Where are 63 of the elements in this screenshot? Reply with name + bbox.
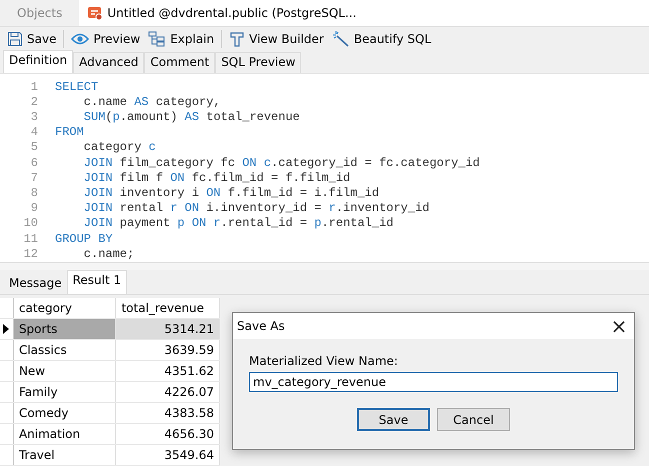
input-field[interactable]: mv_category_revenue <box>249 372 618 392</box>
result-tab[interactable]: Result 1 <box>66 270 128 294</box>
line-number: 6 <box>30 156 39 171</box>
table-cell: Sports <box>14 319 116 339</box>
line-number: 1 <box>30 80 39 95</box>
code-line: FROM <box>55 125 84 140</box>
line-number: 4 <box>30 125 39 140</box>
save-button[interactable]: Save <box>357 408 430 431</box>
editor-tab[interactable]: Comment <box>144 52 216 73</box>
code-line: c.name AS category, <box>82 94 221 110</box>
column-header[interactable]: total_revenue <box>116 298 220 318</box>
code-line: SELECT <box>55 80 98 95</box>
toolbar-button[interactable]: Beautify SQL <box>328 29 436 50</box>
magic-wand-icon <box>332 31 350 48</box>
editor-tab[interactable]: Advanced <box>73 52 144 73</box>
table-cell: 3639.59 <box>116 340 220 360</box>
table-cell: 4383.58 <box>116 403 220 423</box>
column-header[interactable]: category <box>14 298 116 318</box>
code-line: GROUP BY <box>55 232 113 247</box>
table-cell: 5314.21 <box>116 319 220 339</box>
table-cell: 4351.62 <box>116 361 220 381</box>
table-cell: New <box>14 361 116 381</box>
table-cell: Family <box>14 382 116 402</box>
line-number: 10 <box>22 216 39 232</box>
toolbar-button[interactable]: View Builder <box>225 29 328 50</box>
code-line: c.name; <box>82 246 134 262</box>
code-line: JOIN film_category fc ON c.category_id = fc.category_id <box>82 156 480 171</box>
line-number: 8 <box>30 186 39 202</box>
toolbar-button[interactable]: Preview <box>67 30 144 48</box>
code-line: JOIN payment p ON r.rental_id = p.rental_id <box>82 216 394 232</box>
line-number: 5 <box>30 140 39 156</box>
table-cell: 4656.30 <box>116 424 220 444</box>
table-cell: Classics <box>14 340 116 360</box>
code-line: JOIN rental r ON i.inventory_id = r.inventory_id <box>82 201 430 216</box>
result-tab[interactable]: Message <box>4 274 67 294</box>
code-line: JOIN film f ON fc.film_id = f.film_id <box>82 170 350 186</box>
editor-tab[interactable]: Definition <box>3 50 74 73</box>
row-pointer-icon <box>3 324 10 334</box>
query-icon <box>87 4 104 21</box>
table-cell: 4226.07 <box>116 382 220 402</box>
line-number: 11 <box>22 232 39 247</box>
close-button[interactable]: × <box>604 313 634 339</box>
dialog-title: Save As <box>237 319 285 333</box>
tee-shape-icon <box>229 31 246 48</box>
cancel-button[interactable]: Cancel <box>437 408 510 431</box>
line-number: 2 <box>30 94 39 110</box>
table-cell: Travel <box>14 445 116 465</box>
line-number: 7 <box>30 170 39 186</box>
toolbar-button[interactable]: Explain <box>144 29 218 50</box>
toolbar-button[interactable]: Save <box>3 29 60 50</box>
line-number: 3 <box>30 110 39 126</box>
table-cell: Comedy <box>14 403 116 423</box>
line-number: 12 <box>22 246 39 262</box>
line-number: 9 <box>30 201 39 216</box>
table-cell: Animation <box>14 424 116 444</box>
code-line: JOIN inventory i ON f.film_id = i.film_id <box>82 186 380 202</box>
tree-diagram-icon <box>148 31 166 48</box>
code-line: category c <box>82 140 156 156</box>
field-label: Materialized View Name: <box>249 354 399 368</box>
table-cell: 3549.64 <box>116 445 220 465</box>
eye-icon <box>71 32 90 46</box>
code-line: SUM(p.amount) AS total_revenue <box>82 110 300 126</box>
editor-tab[interactable]: SQL Preview <box>215 52 302 73</box>
